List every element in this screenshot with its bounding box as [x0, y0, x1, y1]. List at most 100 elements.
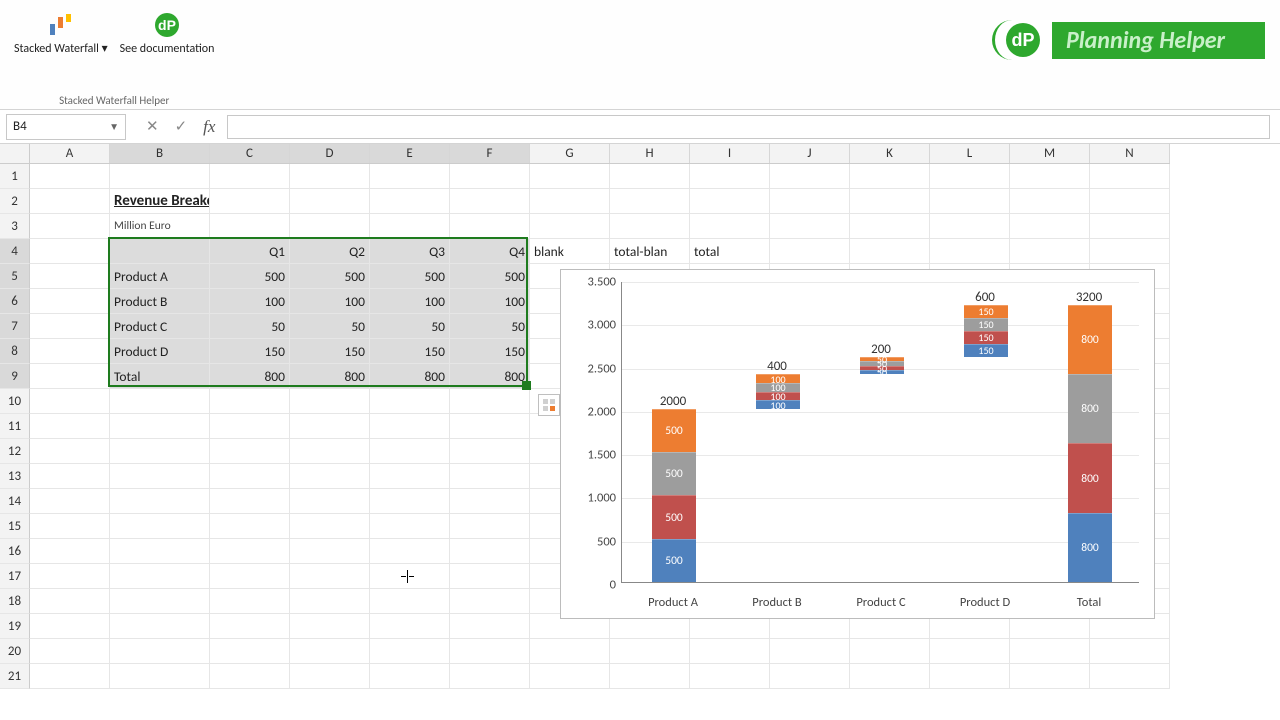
- cell[interactable]: [930, 189, 1010, 214]
- cell[interactable]: [110, 414, 210, 439]
- cell[interactable]: [450, 189, 530, 214]
- cell[interactable]: [450, 214, 530, 239]
- cell[interactable]: 150: [210, 339, 290, 364]
- column-headers[interactable]: ABCDEFGHIJKLMN: [30, 144, 1170, 164]
- cell[interactable]: [530, 189, 610, 214]
- cell[interactable]: 100: [370, 289, 450, 314]
- cell[interactable]: Product B: [110, 289, 210, 314]
- column-header[interactable]: F: [450, 144, 530, 163]
- cell[interactable]: 500: [290, 264, 370, 289]
- cell[interactable]: [770, 664, 850, 689]
- cell[interactable]: [450, 564, 530, 589]
- cell[interactable]: 100: [450, 289, 530, 314]
- cell[interactable]: [530, 214, 610, 239]
- cell[interactable]: [530, 164, 610, 189]
- cell[interactable]: [290, 514, 370, 539]
- cell[interactable]: [370, 539, 450, 564]
- cell[interactable]: [290, 589, 370, 614]
- cell[interactable]: [450, 439, 530, 464]
- cell[interactable]: [850, 239, 930, 264]
- cell[interactable]: [690, 639, 770, 664]
- cell[interactable]: [930, 214, 1010, 239]
- cell[interactable]: [210, 189, 290, 214]
- cell[interactable]: [30, 664, 110, 689]
- cell[interactable]: 150: [290, 339, 370, 364]
- row-header[interactable]: 2: [0, 189, 30, 214]
- column-header[interactable]: D: [290, 144, 370, 163]
- column-header[interactable]: M: [1010, 144, 1090, 163]
- cell[interactable]: [690, 214, 770, 239]
- cell[interactable]: [450, 489, 530, 514]
- cell[interactable]: [30, 164, 110, 189]
- cell[interactable]: [370, 414, 450, 439]
- cell[interactable]: [30, 414, 110, 439]
- cell[interactable]: [30, 364, 110, 389]
- cell[interactable]: [370, 214, 450, 239]
- cell[interactable]: 500: [450, 264, 530, 289]
- cell[interactable]: [1090, 664, 1170, 689]
- cell[interactable]: [930, 239, 1010, 264]
- column-header[interactable]: L: [930, 144, 1010, 163]
- cell[interactable]: [770, 639, 850, 664]
- cell[interactable]: [210, 214, 290, 239]
- cell[interactable]: [450, 164, 530, 189]
- see-documentation-button[interactable]: dP See documentation: [114, 8, 221, 58]
- cell[interactable]: [370, 614, 450, 639]
- cell[interactable]: [610, 639, 690, 664]
- cell[interactable]: [110, 614, 210, 639]
- cell[interactable]: [30, 189, 110, 214]
- cell[interactable]: [210, 564, 290, 589]
- row-header[interactable]: 20: [0, 639, 30, 664]
- cell[interactable]: [30, 564, 110, 589]
- column-header[interactable]: I: [690, 144, 770, 163]
- cell[interactable]: [370, 564, 450, 589]
- cell[interactable]: [850, 664, 930, 689]
- cell[interactable]: [290, 414, 370, 439]
- cell[interactable]: [850, 189, 930, 214]
- row-header[interactable]: 13: [0, 464, 30, 489]
- cell[interactable]: [210, 414, 290, 439]
- row-header[interactable]: 8: [0, 339, 30, 364]
- cell[interactable]: [1090, 189, 1170, 214]
- cell[interactable]: [850, 214, 930, 239]
- cell[interactable]: [210, 489, 290, 514]
- cell[interactable]: [290, 189, 370, 214]
- cell[interactable]: [1010, 164, 1090, 189]
- cell[interactable]: [30, 464, 110, 489]
- row-header[interactable]: 16: [0, 539, 30, 564]
- cell[interactable]: [110, 439, 210, 464]
- column-header[interactable]: A: [30, 144, 110, 163]
- row-header[interactable]: 5: [0, 264, 30, 289]
- cell[interactable]: [770, 164, 850, 189]
- row-header[interactable]: 21: [0, 664, 30, 689]
- select-all-corner[interactable]: [0, 144, 30, 164]
- cell[interactable]: [110, 164, 210, 189]
- row-header[interactable]: 1: [0, 164, 30, 189]
- row-header[interactable]: 18: [0, 589, 30, 614]
- cell[interactable]: [450, 614, 530, 639]
- cell[interactable]: 100: [290, 289, 370, 314]
- row-header[interactable]: 10: [0, 389, 30, 414]
- cell[interactable]: [290, 439, 370, 464]
- cell[interactable]: [530, 639, 610, 664]
- cell[interactable]: [1090, 214, 1170, 239]
- fx-icon[interactable]: fx: [203, 117, 215, 137]
- cell[interactable]: [450, 389, 530, 414]
- cell[interactable]: 50: [370, 314, 450, 339]
- cell[interactable]: [30, 339, 110, 364]
- cell[interactable]: [1090, 164, 1170, 189]
- cell[interactable]: Product A: [110, 264, 210, 289]
- cell[interactable]: [530, 664, 610, 689]
- cell[interactable]: [290, 489, 370, 514]
- row-headers[interactable]: 123456789101112131415161718192021: [0, 164, 30, 689]
- cell[interactable]: [290, 639, 370, 664]
- cell[interactable]: [210, 664, 290, 689]
- column-header[interactable]: H: [610, 144, 690, 163]
- cell[interactable]: 500: [210, 264, 290, 289]
- cell[interactable]: [370, 489, 450, 514]
- cell[interactable]: Q2: [290, 239, 370, 264]
- stacked-waterfall-button[interactable]: Stacked Waterfall ▾: [8, 8, 114, 58]
- cell[interactable]: [30, 289, 110, 314]
- cell[interactable]: [110, 589, 210, 614]
- cell[interactable]: [30, 589, 110, 614]
